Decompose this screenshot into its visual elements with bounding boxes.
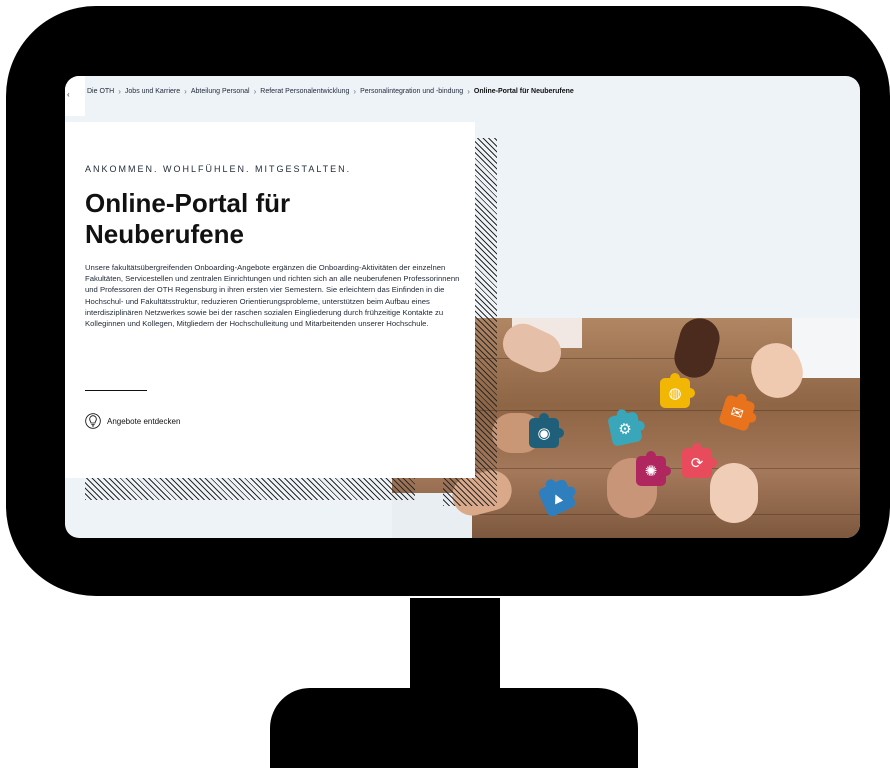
breadcrumb-item-referat-personalentwicklung[interactable]: Referat Personalentwicklung [260,88,349,95]
hand [710,463,758,523]
puzzle-piece-refresh: ⟳ [682,443,717,478]
puzzle-piece-globe: ◍ [660,373,695,408]
tab-marker-icon: ‹ [67,90,70,99]
breadcrumb-separator: › [184,86,187,96]
puzzle-piece-eye: ◉ [529,413,564,448]
menu-tab[interactable]: ‹ [65,76,85,116]
puzzle-piece-chart: ▲ [537,478,577,518]
lightbulb-icon: ✺ [644,463,658,480]
breadcrumb-item-abteilung-personal[interactable]: Abteilung Personal [191,88,250,95]
breadcrumb: Die OTH › Jobs und Karriere › Abteilung … [87,84,574,98]
breadcrumb-separator: › [353,86,357,96]
puzzle-piece-lightbulb: ✺ [636,451,671,486]
eye-icon: ◉ [537,425,551,442]
breadcrumb-separator: › [253,86,257,96]
puzzle-piece-mail: ✉ [718,394,756,432]
chart-icon: ▲ [546,487,568,509]
breadcrumb-separator: › [118,86,121,96]
hatch-pattern-decoration [85,476,415,500]
breadcrumb-item-jobs-und-karriere[interactable]: Jobs und Karriere [125,88,180,95]
globe-icon: ◍ [668,385,682,402]
monitor-frame: ‹ Die OTH › Jobs und Karriere › Abteilun… [6,6,890,596]
gears-icon: ⚙ [616,419,634,440]
breadcrumb-item-die-oth[interactable]: Die OTH [87,88,114,95]
explore-offers-link[interactable]: Angebote entdecken [85,413,180,429]
hero-description: Unsere fakultätsübergreifenden Onboardin… [85,263,460,329]
cta-label: Angebote entdecken [107,416,181,426]
mail-icon: ✉ [728,403,746,424]
hand [669,318,725,383]
browser-viewport: ‹ Die OTH › Jobs und Karriere › Abteilun… [65,76,860,538]
lightbulb-icon [85,413,101,429]
divider [85,390,147,391]
monitor-stand-base [270,688,638,768]
breadcrumb-item-personalintegration[interactable]: Personalintegration und -bindung [360,88,463,95]
puzzle-piece-gears: ⚙ [607,411,643,447]
hero-eyebrow: ANKOMMEN. WOHLFÜHLEN. MITGESTALTEN. [85,164,352,174]
breadcrumb-current: Online-Portal für Neuberufene [473,87,574,95]
breadcrumb-separator: › [467,86,470,96]
hero-card: ANKOMMEN. WOHLFÜHLEN. MITGESTALTEN. Onli… [65,122,475,478]
refresh-icon: ⟳ [690,455,704,472]
page-title: Online-Portal für Neuberufene [85,188,291,249]
